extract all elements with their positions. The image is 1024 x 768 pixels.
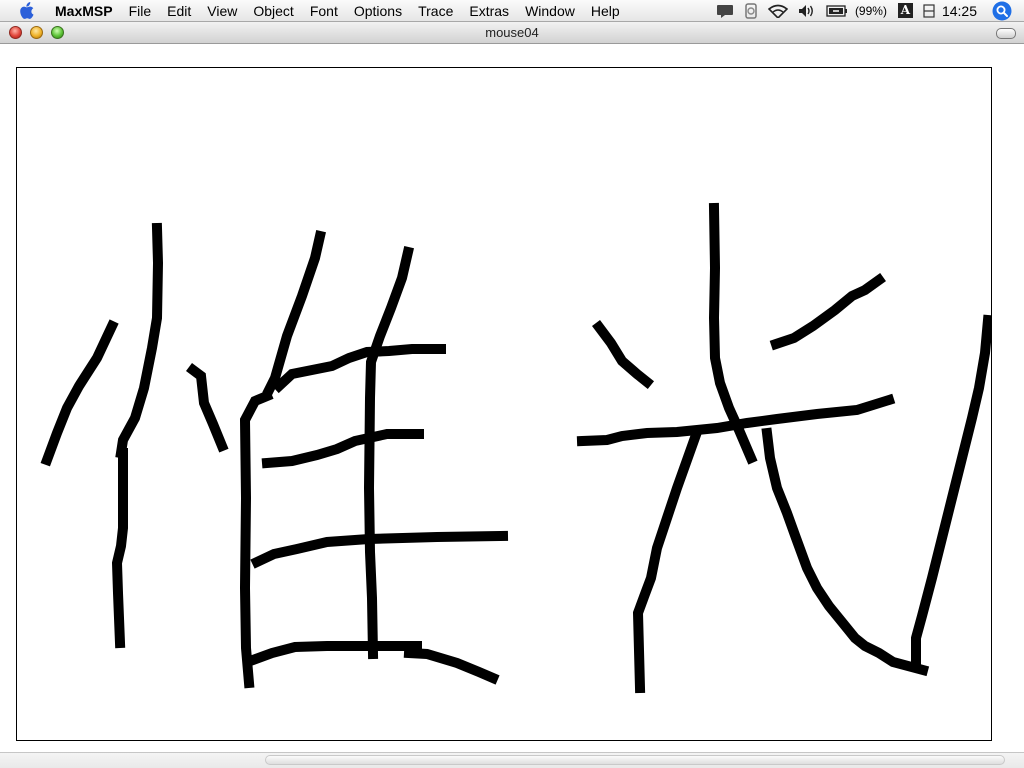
menu-help[interactable]: Help [583,0,628,22]
menu-extras[interactable]: Extras [461,0,517,22]
ink-stroke [632,425,704,694]
menu-edit[interactable]: Edit [159,0,199,22]
ink-stroke [115,222,164,459]
menu-extras-tray: (99%) A 14:25 [711,0,1024,22]
ink-stroke [250,530,509,569]
ink-stroke [761,427,930,677]
menu-options[interactable]: Options [346,0,410,22]
horizontal-scroll-thumb[interactable] [265,755,1005,765]
menu-view[interactable]: View [199,0,245,22]
ink-stroke [261,429,424,469]
window-title-bar[interactable]: mouse04 [0,22,1024,44]
apple-icon[interactable] [15,0,37,22]
menu-font[interactable]: Font [302,0,346,22]
input-letter: A [897,3,913,18]
ink-stroke [246,641,422,667]
ink-stroke [592,320,655,390]
menu-clock[interactable]: 14:25 [940,3,987,19]
chat-icon[interactable] [711,0,739,22]
volume-icon[interactable] [793,0,821,22]
menu-file[interactable]: File [121,0,160,22]
spotlight-icon[interactable] [987,0,1024,22]
ink-stroke [363,246,414,660]
drawing-canvas[interactable] [16,67,992,741]
menu-window[interactable]: Window [517,0,583,22]
horizontal-scrollbar[interactable] [0,752,1024,768]
ink-stroke [186,363,229,453]
menu-trace[interactable]: Trace [410,0,461,22]
window-title: mouse04 [485,25,539,40]
wifi-icon[interactable] [763,0,793,22]
menu-bar: MaxMSP File Edit View Object Font Option… [0,0,1024,22]
menu-object[interactable]: Object [245,0,301,22]
canvas-drawing [40,202,991,694]
ink-stroke [111,448,128,649]
ink-stroke [576,393,896,447]
battery-icon[interactable] [821,0,853,22]
battery-percent: (99%) [854,3,887,18]
keyboard-icon[interactable] [918,0,940,22]
toolbar-toggle-button[interactable] [996,28,1016,39]
menu-app-name[interactable]: MaxMSP [47,0,121,22]
ink-stroke [239,389,274,689]
ink-stroke [40,319,119,467]
sync-icon[interactable] [739,0,763,22]
input-menu-icon[interactable]: A [893,0,918,22]
ink-stroke [911,314,991,671]
ink-stroke [271,344,446,394]
ink-stroke [403,647,500,685]
ink-stroke [769,273,886,351]
